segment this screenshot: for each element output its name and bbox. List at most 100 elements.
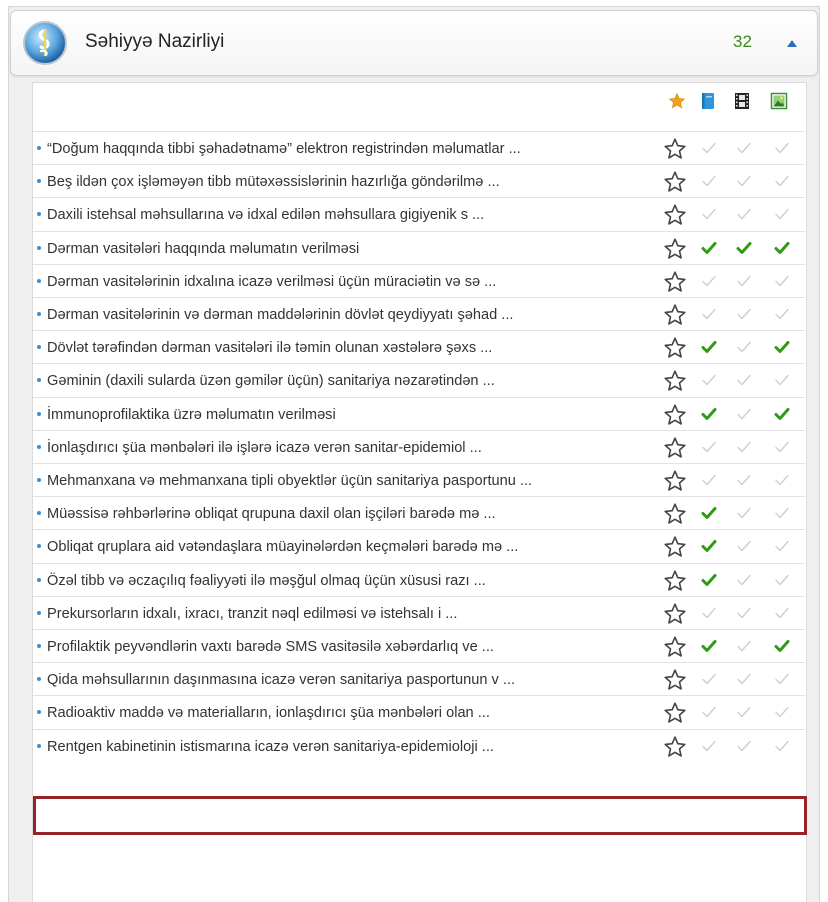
- service-link[interactable]: Profilaktik peyvəndlərin vaxtı barədə SM…: [47, 639, 494, 655]
- bullet-icon: [37, 478, 41, 482]
- check-inactive-icon: [736, 174, 752, 188]
- check-active-icon: [736, 241, 752, 255]
- favorite-star-icon[interactable]: [663, 436, 687, 460]
- check-inactive-icon: [774, 141, 790, 155]
- favorite-star-icon[interactable]: [663, 170, 687, 194]
- check-inactive-icon: [736, 207, 752, 221]
- bullet-icon: [37, 544, 41, 548]
- check-inactive-icon: [774, 573, 790, 587]
- service-row[interactable]: “Doğum haqqında tibbi şəhadətnamə” elekt…: [33, 131, 805, 165]
- favorite-star-icon[interactable]: [663, 569, 687, 593]
- bullet-icon: [37, 212, 41, 216]
- bullet-icon: [37, 246, 41, 250]
- check-inactive-icon: [701, 473, 717, 487]
- bullet-icon: [37, 179, 41, 183]
- service-link[interactable]: Beş ildən çox işləməyən tibb mütəxəssisl…: [47, 174, 500, 190]
- bullet-icon: [37, 412, 41, 416]
- bullet-icon: [37, 677, 41, 681]
- bullet-icon: [37, 378, 41, 382]
- service-link[interactable]: İonlaşdırıcı şüa mənbələri ilə işlərə ic…: [47, 440, 482, 456]
- favorite-star-icon[interactable]: [663, 635, 687, 659]
- check-inactive-icon: [736, 407, 752, 421]
- check-inactive-icon: [774, 473, 790, 487]
- favorite-star-icon[interactable]: [663, 403, 687, 427]
- service-row[interactable]: Gəminin (daxili sularda üzən gəmilər üçü…: [33, 363, 805, 397]
- bullet-icon: [37, 312, 41, 316]
- check-active-icon: [774, 241, 790, 255]
- service-link[interactable]: “Doğum haqqında tibbi şəhadətnamə” elekt…: [47, 141, 521, 157]
- favorite-star-icon[interactable]: [663, 535, 687, 559]
- favorite-star-icon[interactable]: [663, 137, 687, 161]
- check-inactive-icon: [736, 639, 752, 653]
- service-link[interactable]: Qida məhsullarının daşınmasına icazə ver…: [47, 672, 515, 688]
- service-link[interactable]: Mehmanxana və mehmanxana tipli obyektlər…: [47, 473, 532, 489]
- check-inactive-icon: [736, 606, 752, 620]
- favorite-star-icon[interactable]: [663, 469, 687, 493]
- service-link[interactable]: Rentgen kabinetinin istismarına icazə ve…: [47, 739, 494, 755]
- check-inactive-icon: [736, 539, 752, 553]
- check-inactive-icon: [774, 739, 790, 753]
- service-row[interactable]: Müəssisə rəhbərlərinə obliqat qrupuna da…: [33, 496, 805, 530]
- service-row[interactable]: Obliqat qruplara aid vətəndaşlara müayin…: [33, 529, 805, 563]
- check-inactive-icon: [774, 705, 790, 719]
- service-link[interactable]: İmmunoprofilaktika üzrə məlumatın verilm…: [47, 407, 336, 423]
- service-row[interactable]: Dərman vasitələrinin idxalına icazə veri…: [33, 264, 805, 298]
- check-inactive-icon: [736, 473, 752, 487]
- favorite-star-icon[interactable]: [663, 203, 687, 227]
- service-row[interactable]: Mehmanxana və mehmanxana tipli obyektlər…: [33, 463, 805, 497]
- bullet-icon: [37, 578, 41, 582]
- check-active-icon: [774, 639, 790, 653]
- check-inactive-icon: [774, 672, 790, 686]
- favorite-star-icon[interactable]: [663, 602, 687, 626]
- service-row[interactable]: Özəl tibb və əczaçılıq fəaliyyəti ilə mə…: [33, 563, 805, 597]
- ministry-header[interactable]: Səhiyyə Nazirliyi 32: [10, 10, 818, 76]
- check-inactive-icon: [701, 207, 717, 221]
- check-inactive-icon: [736, 307, 752, 321]
- book-icon: [699, 92, 717, 110]
- favorite-star-icon[interactable]: [663, 701, 687, 725]
- service-link[interactable]: Dövlət tərəfindən dərman vasitələri ilə …: [47, 340, 492, 356]
- collapse-arrow-icon[interactable]: [783, 34, 801, 52]
- check-inactive-icon: [736, 274, 752, 288]
- service-link[interactable]: Daxili istehsal məhsullarına və idxal ed…: [47, 207, 484, 223]
- favorite-star-icon: [668, 92, 686, 110]
- check-active-icon: [701, 340, 717, 354]
- service-row[interactable]: Radioaktiv maddə və materialların, ionla…: [33, 695, 805, 729]
- service-row[interactable]: Qida məhsullarının daşınmasına icazə ver…: [33, 662, 805, 696]
- check-inactive-icon: [701, 307, 717, 321]
- service-link[interactable]: Prekursorların idxalı, ixracı, tranzit n…: [47, 606, 457, 622]
- service-count-badge: 32: [733, 32, 752, 51]
- service-link[interactable]: Radioaktiv maddə və materialların, ionla…: [47, 705, 490, 721]
- service-link[interactable]: Müəssisə rəhbərlərinə obliqat qrupuna da…: [47, 506, 496, 522]
- bullet-icon: [37, 611, 41, 615]
- service-link[interactable]: Dərman vasitələri haqqında məlumatın ver…: [47, 241, 359, 257]
- service-row[interactable]: Dərman vasitələrinin və dərman maddələri…: [33, 297, 805, 331]
- check-inactive-icon: [736, 141, 752, 155]
- service-row[interactable]: Prekursorların idxalı, ixracı, tranzit n…: [33, 596, 805, 630]
- favorite-star-icon[interactable]: [663, 336, 687, 360]
- favorite-star-icon[interactable]: [663, 735, 687, 759]
- service-link[interactable]: Dərman vasitələrinin idxalına icazə veri…: [47, 274, 496, 290]
- service-link[interactable]: Dərman vasitələrinin və dərman maddələri…: [47, 307, 513, 323]
- service-link[interactable]: Obliqat qruplara aid vətəndaşlara müayin…: [47, 539, 518, 555]
- check-active-icon: [701, 407, 717, 421]
- check-inactive-icon: [736, 705, 752, 719]
- service-row[interactable]: Dövlət tərəfindən dərman vasitələri ilə …: [33, 330, 805, 364]
- bullet-icon: [37, 644, 41, 648]
- favorite-star-icon[interactable]: [663, 270, 687, 294]
- favorite-star-icon[interactable]: [663, 668, 687, 692]
- service-row[interactable]: Profilaktik peyvəndlərin vaxtı barədə SM…: [33, 629, 805, 663]
- service-row[interactable]: İonlaşdırıcı şüa mənbələri ilə işlərə ic…: [33, 430, 805, 464]
- favorite-star-icon[interactable]: [663, 502, 687, 526]
- service-link[interactable]: Özəl tibb və əczaçılıq fəaliyyəti ilə mə…: [47, 573, 486, 589]
- favorite-star-icon[interactable]: [663, 237, 687, 261]
- film-icon: [733, 92, 751, 110]
- service-row[interactable]: Dərman vasitələri haqqında məlumatın ver…: [33, 231, 805, 265]
- favorite-star-icon[interactable]: [663, 369, 687, 393]
- service-row[interactable]: Beş ildən çox işləməyən tibb mütəxəssisl…: [33, 164, 805, 198]
- service-row[interactable]: Daxili istehsal məhsullarına və idxal ed…: [33, 197, 805, 231]
- service-row[interactable]: Rentgen kabinetinin istismarına icazə ve…: [33, 729, 805, 763]
- service-row[interactable]: İmmunoprofilaktika üzrə məlumatın verilm…: [33, 397, 805, 431]
- favorite-star-icon[interactable]: [663, 303, 687, 327]
- service-link[interactable]: Gəminin (daxili sularda üzən gəmilər üçü…: [47, 373, 495, 389]
